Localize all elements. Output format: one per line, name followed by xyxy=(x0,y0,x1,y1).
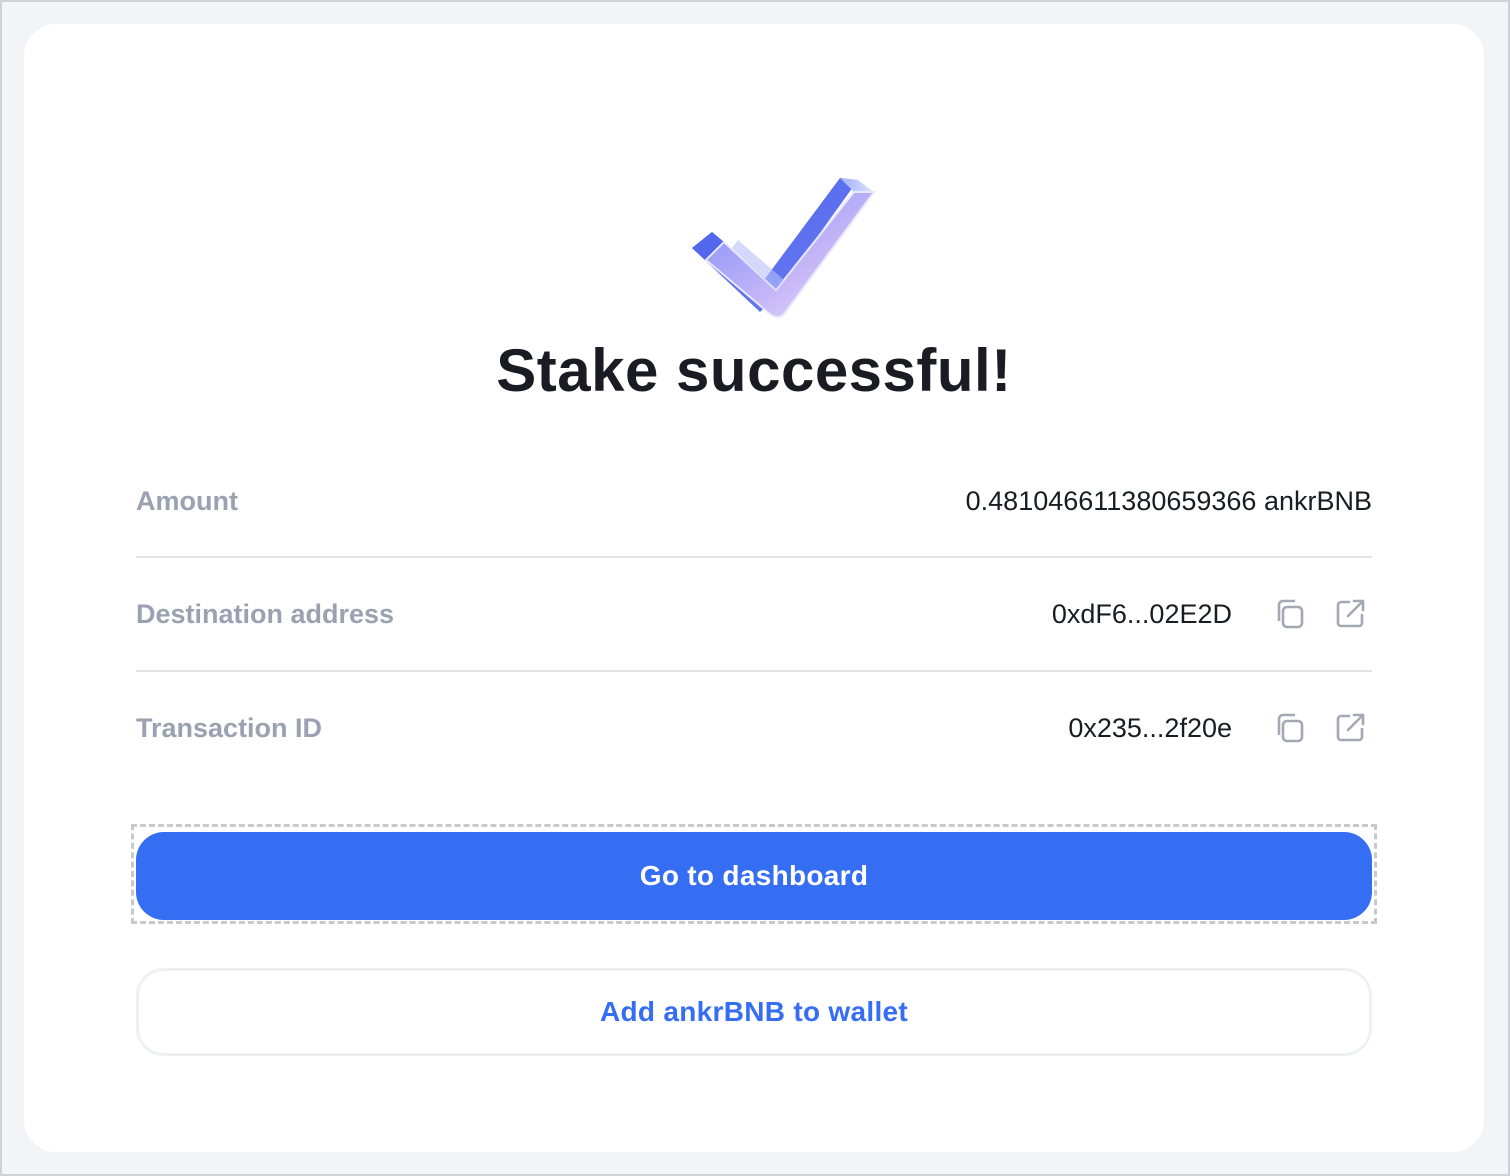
destination-address-value: 0xdF6...02E2D xyxy=(1051,598,1232,629)
transaction-id-label: Transaction ID xyxy=(136,712,323,743)
add-token-to-wallet-button[interactable]: Add ankrBNB to wallet xyxy=(136,968,1372,1056)
amount-value: 0.481046611380659366 ankrBNB xyxy=(965,486,1372,516)
amount-label: Amount xyxy=(136,486,238,516)
amount-value-wrap: 0.481046611380659366 ankrBNB xyxy=(966,486,1372,517)
destination-address-row: Destination address 0xdF6...02E2D xyxy=(136,592,1372,636)
copy-icon[interactable] xyxy=(1268,706,1312,750)
transaction-id-value: 0x235...2f20e xyxy=(1068,712,1232,743)
destination-address-value-wrap: 0xdF6...02E2D xyxy=(1052,592,1372,636)
external-link-icon[interactable] xyxy=(1328,706,1372,750)
divider xyxy=(136,556,1372,558)
checkmark-3d-icon xyxy=(664,152,904,342)
external-link-icon[interactable] xyxy=(1328,592,1372,636)
amount-row: Amount 0.481046611380659366 ankrBNB xyxy=(136,486,1372,517)
page-title: Stake successful! xyxy=(496,337,1012,404)
transaction-id-value-wrap: 0x235...2f20e xyxy=(1068,706,1372,750)
go-to-dashboard-button[interactable]: Go to dashboard xyxy=(136,832,1372,920)
divider xyxy=(136,670,1372,672)
success-dialog: Stake successful! Amount 0.4810466113806… xyxy=(24,24,1484,1152)
copy-icon[interactable] xyxy=(1268,592,1312,636)
transaction-id-row: Transaction ID 0x235...2f20e xyxy=(136,706,1372,750)
destination-address-label: Destination address xyxy=(136,598,395,629)
